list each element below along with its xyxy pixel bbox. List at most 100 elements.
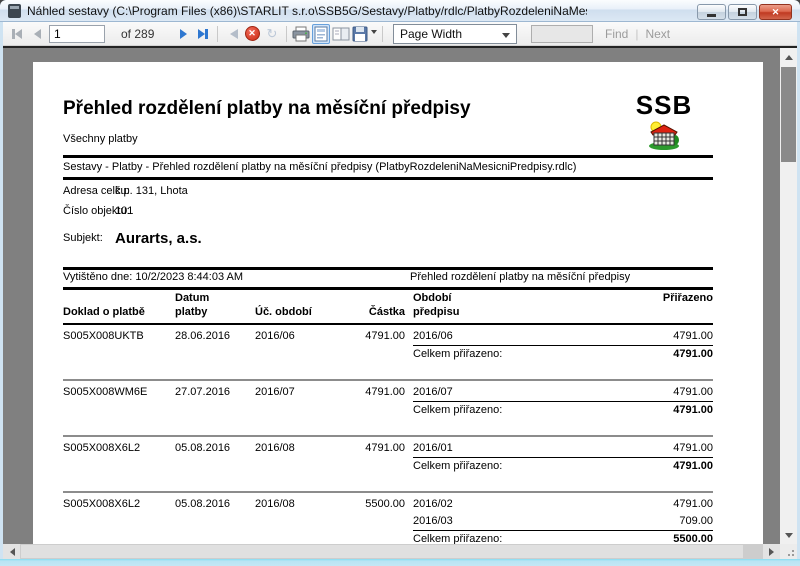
spacer: [63, 458, 413, 475]
col-castka: Částka: [355, 305, 405, 319]
cell-prirazeno: 4791.00: [673, 440, 713, 457]
object-number-row: Číslo objektu: 101: [63, 205, 130, 217]
cell-uc-obdobi: [255, 513, 355, 530]
divider: [63, 287, 713, 290]
cell-castka: 5500.00: [355, 496, 405, 513]
report-title: Přehled rozdělení platby na měsíční před…: [63, 98, 471, 120]
find-next-separator: |: [635, 27, 638, 41]
allocation: 2016/064791.00: [413, 328, 713, 345]
refresh-button[interactable]: ↻: [263, 24, 281, 44]
table-row: S005X008WM6E27.07.20162016/074791.002016…: [63, 384, 713, 401]
printed-value: 10/2/2023 8:44:03 AM: [135, 271, 243, 283]
cell-obdobi-predpisu: 2016/07: [413, 384, 673, 401]
cell-prirazeno: 709.00: [679, 513, 713, 530]
allocation: 2016/03709.00: [413, 513, 713, 530]
total-row: Celkem přiřazeno:4791.00: [63, 402, 713, 419]
export-button[interactable]: [352, 24, 377, 44]
total-value: 5500.00: [673, 531, 713, 544]
group-separator: [63, 379, 713, 381]
app-icon: [8, 4, 21, 18]
spacer: [63, 402, 413, 419]
find-next-button[interactable]: Next: [645, 27, 670, 41]
maximize-button[interactable]: [728, 4, 757, 20]
allocation: 2016/014791.00: [413, 440, 713, 457]
vertical-scrollbar-thumb[interactable]: [781, 67, 796, 162]
next-page-button[interactable]: [174, 24, 192, 44]
cell-prirazeno: 4791.00: [673, 328, 713, 345]
close-button[interactable]: ✕: [759, 4, 792, 20]
total-value: 4791.00: [673, 458, 713, 475]
vertical-scrollbar[interactable]: [780, 48, 797, 544]
scroll-down-button[interactable]: [780, 527, 797, 544]
chevron-down-icon: [502, 33, 510, 42]
cell-castka: 4791.00: [355, 440, 405, 457]
horizontal-scrollbar[interactable]: [3, 544, 797, 559]
window-title: Náhled sestavy (C:\Program Files (x86)\S…: [27, 4, 587, 18]
cell-doklad: S005X008X6L2: [63, 440, 175, 457]
scroll-right-button[interactable]: [763, 544, 780, 559]
printer-icon: [292, 26, 310, 42]
cell-castka: 4791.00: [355, 384, 405, 401]
back-button[interactable]: [223, 24, 241, 44]
total-label: Celkem přiřazeno:: [413, 346, 673, 363]
table-row: S005X008X6L205.08.20162016/085500.002016…: [63, 496, 713, 513]
cell-datum: 27.07.2016: [175, 384, 255, 401]
previous-page-button[interactable]: [28, 24, 46, 44]
last-page-button[interactable]: [194, 24, 212, 44]
cell-obdobi-predpisu: 2016/02: [413, 496, 673, 513]
cell-datum: 05.08.2016: [175, 440, 255, 457]
divider: [63, 177, 713, 180]
print-button[interactable]: [292, 24, 310, 44]
export-dropdown-icon: [371, 30, 377, 37]
col-prirazeno: Přiřazeno: [663, 291, 713, 319]
zoom-select[interactable]: Page Width: [393, 24, 517, 44]
page-setup-button[interactable]: [332, 24, 350, 44]
export-save-icon: [352, 26, 368, 42]
first-page-button[interactable]: [8, 24, 26, 44]
object-number-value: 101: [115, 205, 133, 217]
printed-label: Vytištěno dne:: [63, 271, 132, 283]
arrow-right-icon: [769, 548, 778, 556]
allocation: 2016/024791.00: [413, 496, 713, 513]
close-icon: ✕: [772, 7, 780, 18]
cell-obdobi-predpisu: 2016/06: [413, 328, 673, 345]
table-row: S005X008UKTB28.06.20162016/064791.002016…: [63, 328, 713, 345]
spacer: [405, 328, 413, 345]
house-logo-icon: [646, 118, 682, 150]
minimize-button[interactable]: [697, 4, 726, 20]
find-button[interactable]: Find: [605, 27, 628, 41]
scroll-up-button[interactable]: [780, 48, 797, 65]
maximize-icon: [738, 8, 747, 16]
address-row: Adresa celku: č.p. 131, Lhota: [63, 185, 130, 197]
total-label: Celkem přiřazeno:: [413, 402, 673, 419]
scroll-left-button[interactable]: [3, 544, 20, 559]
cell-datum: 28.06.2016: [175, 328, 255, 345]
total-section: Celkem přiřazeno:4791.00: [413, 346, 713, 363]
cell-datum: 05.08.2016: [175, 496, 255, 513]
report-preview-area: Přehled rozdělení platby na měsíční před…: [3, 46, 797, 544]
back-icon: [225, 29, 238, 39]
print-layout-icon: [314, 26, 328, 42]
window-border-left: [0, 22, 3, 566]
arrow-down-icon: [785, 533, 793, 542]
col-doklad: Doklad o platbě: [63, 305, 175, 319]
previous-page-icon: [34, 29, 41, 39]
search-input[interactable]: [531, 25, 593, 43]
print-layout-button[interactable]: [312, 24, 330, 44]
report-toolbar: of 289 ✕ ↻: [3, 22, 797, 46]
divider: [63, 155, 713, 158]
total-label: Celkem přiřazeno:: [413, 531, 673, 544]
stop-rendering-button[interactable]: ✕: [243, 24, 261, 44]
zoom-selected-value: Page Width: [400, 27, 462, 41]
arrow-up-icon: [785, 51, 793, 60]
cell-castka: 4791.00: [355, 328, 405, 345]
spacer: [405, 513, 413, 530]
page-number-input[interactable]: [49, 25, 105, 43]
horizontal-scrollbar-thumb[interactable]: [21, 545, 743, 558]
cell-doklad: [63, 513, 175, 530]
cell-castka: [355, 513, 405, 530]
spacer: [405, 384, 413, 401]
page-count-label: of 289: [121, 27, 165, 41]
cell-datum: [175, 513, 255, 530]
cell-doklad: S005X008UKTB: [63, 328, 175, 345]
